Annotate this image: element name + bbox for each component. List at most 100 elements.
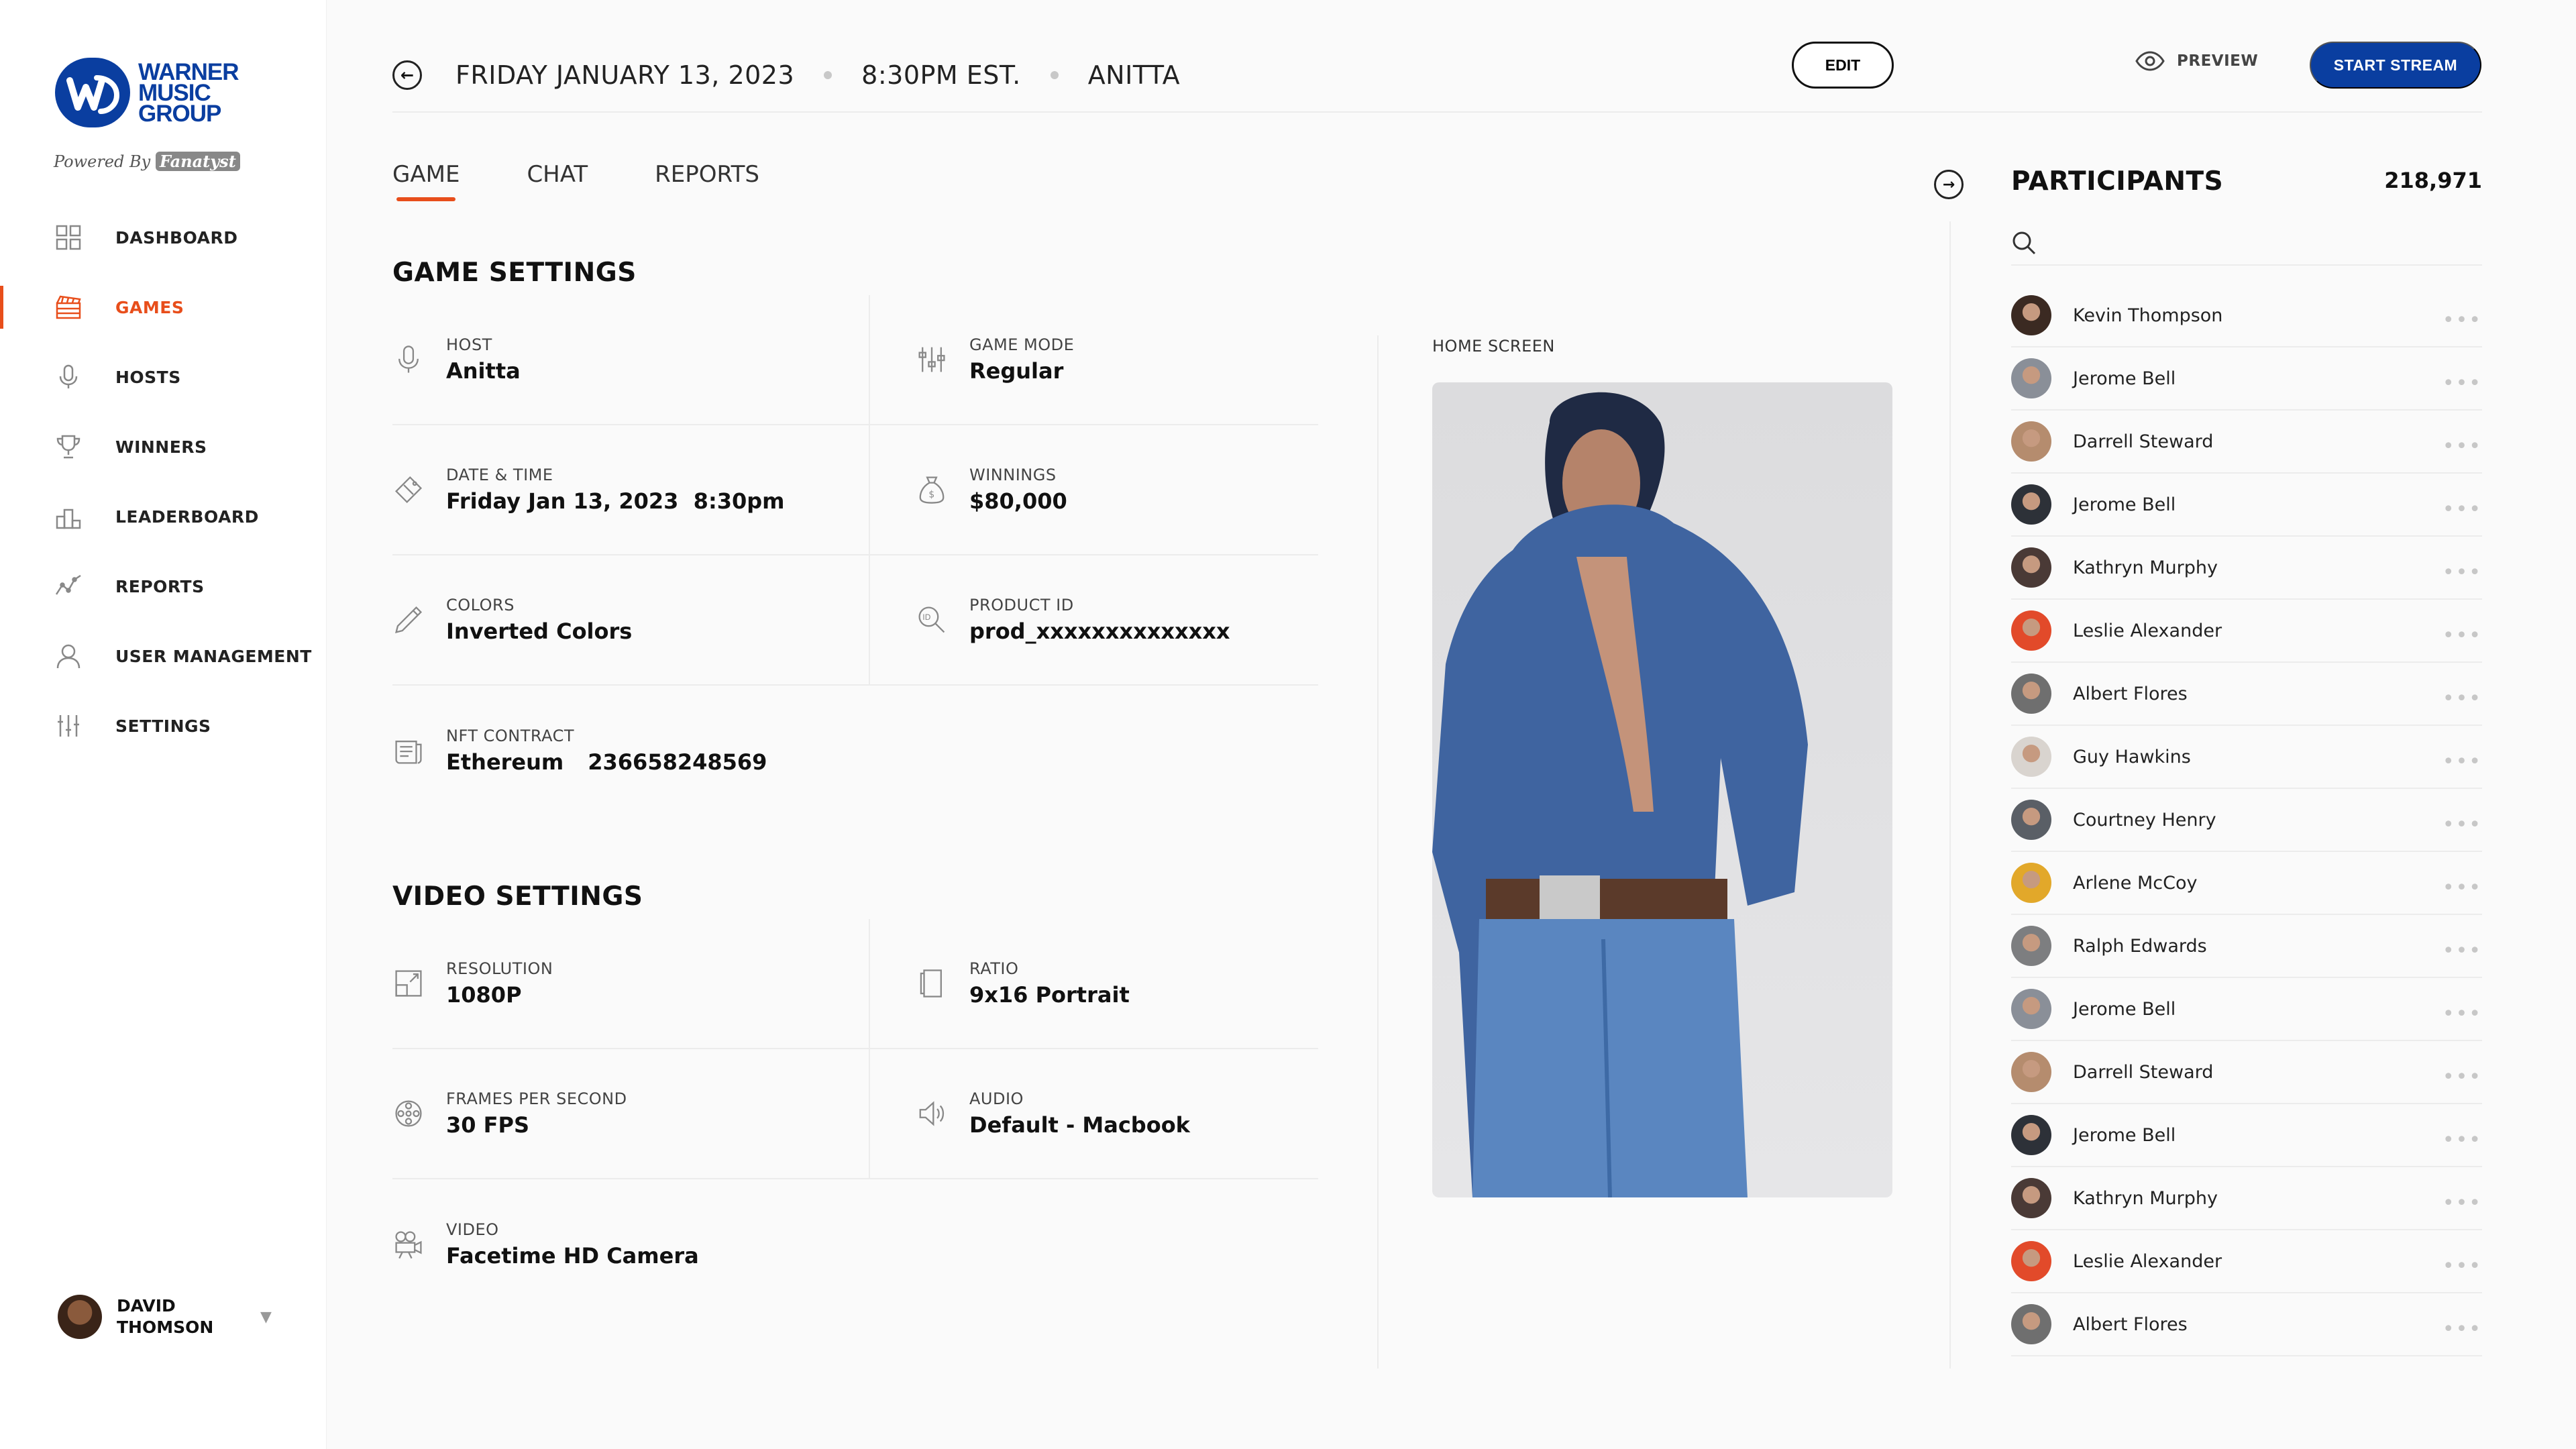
list-item[interactable]: Ralph Edwards ••• xyxy=(2011,915,2482,978)
video-camera-icon xyxy=(392,1228,425,1260)
more-options-icon[interactable]: ••• xyxy=(2443,309,2482,332)
list-item[interactable]: Arlene McCoy ••• xyxy=(2011,852,2482,915)
list-item[interactable]: Leslie Alexander ••• xyxy=(2011,600,2482,663)
participant-name: Darrell Steward xyxy=(2073,1061,2214,1083)
more-options-icon[interactable]: ••• xyxy=(2443,624,2482,647)
list-item[interactable]: Jerome Bell ••• xyxy=(2011,474,2482,537)
more-options-icon[interactable]: ••• xyxy=(2443,687,2482,710)
fps-setting[interactable]: FRAMES PER SECOND 30 FPS xyxy=(392,1049,855,1178)
tab-reports[interactable]: REPORTS xyxy=(655,161,759,201)
avatar xyxy=(2011,547,2051,588)
main-nav: DASHBOARD GAMES HOSTS WINNERS LEADERBOAR… xyxy=(0,203,327,761)
nft-contract-number: 236658248569 xyxy=(588,749,767,775)
participant-name: Jerome Bell xyxy=(2073,1124,2176,1146)
avatar xyxy=(2011,421,2051,462)
avatar xyxy=(2011,737,2051,777)
ratio-setting[interactable]: RATIO 9x16 Portrait xyxy=(855,919,1318,1048)
list-item[interactable]: Jerome Bell ••• xyxy=(2011,347,2482,411)
more-options-icon[interactable]: ••• xyxy=(2443,1128,2482,1152)
more-options-icon[interactable]: ••• xyxy=(2443,876,2482,900)
winnings-setting[interactable]: $ WINNINGS $80,000 xyxy=(855,425,1318,554)
warner-music-logo[interactable]: WARNER MUSIC GROUP xyxy=(55,58,239,127)
nav-item-leaderboard[interactable]: LEADERBOARD xyxy=(0,482,327,551)
audio-setting[interactable]: AUDIO Default - Macbook xyxy=(855,1049,1318,1178)
nav-item-games[interactable]: GAMES xyxy=(0,272,327,342)
more-options-icon[interactable]: ••• xyxy=(2443,1318,2482,1341)
list-item[interactable]: Albert Flores ••• xyxy=(2011,1293,2482,1356)
more-options-icon[interactable]: ••• xyxy=(2443,435,2482,458)
powered-by: Powered By Fanatyst xyxy=(54,152,240,171)
product-id-setting[interactable]: ID PRODUCT ID prod_xxxxxxxxxxxxxx xyxy=(855,555,1318,684)
participant-name: Albert Flores xyxy=(2073,1313,2188,1335)
avatar xyxy=(2011,1052,2051,1092)
ratio-value: 9x16 Portrait xyxy=(969,982,1130,1008)
list-item[interactable]: Leslie Alexander ••• xyxy=(2011,1230,2482,1293)
search-icon xyxy=(2012,231,2036,255)
colors-label: COLORS xyxy=(446,596,515,614)
more-options-icon[interactable]: ••• xyxy=(2443,561,2482,584)
more-options-icon[interactable]: ••• xyxy=(2443,750,2482,773)
chevron-down-icon[interactable]: ▼ xyxy=(260,1309,272,1326)
powered-by-brand: Fanatyst xyxy=(155,152,240,171)
preview-button[interactable]: PREVIEW xyxy=(2135,51,2258,71)
resolution-setting[interactable]: RESOLUTION 1080P xyxy=(392,919,855,1048)
nav-item-reports[interactable]: REPORTS xyxy=(0,551,327,621)
list-item[interactable]: Kevin Thompson ••• xyxy=(2011,284,2482,347)
list-item[interactable]: Darrell Steward ••• xyxy=(2011,411,2482,474)
more-options-icon[interactable]: ••• xyxy=(2443,813,2482,837)
video-label: VIDEO xyxy=(446,1220,499,1239)
nav-item-settings[interactable]: SETTINGS xyxy=(0,691,327,761)
audio-value: Default - Macbook xyxy=(969,1112,1190,1138)
more-options-icon[interactable]: ••• xyxy=(2443,1002,2482,1026)
more-options-icon[interactable]: ••• xyxy=(2443,1065,2482,1089)
list-item[interactable]: Jerome Bell ••• xyxy=(2011,978,2482,1041)
separator-dot xyxy=(1050,71,1059,79)
date-time-setting[interactable]: DATE & TIME Friday Jan 13, 2023 8:30pm xyxy=(392,425,855,554)
list-item[interactable]: Darrell Steward ••• xyxy=(2011,1041,2482,1104)
edit-button[interactable]: EDIT xyxy=(1792,42,1894,89)
participant-name: Kathryn Murphy xyxy=(2073,1187,2218,1209)
list-item[interactable]: Courtney Henry ••• xyxy=(2011,789,2482,852)
host-label: HOST xyxy=(446,335,492,354)
more-options-icon[interactable]: ••• xyxy=(2443,1191,2482,1215)
list-item[interactable]: Kathryn Murphy ••• xyxy=(2011,537,2482,600)
user-menu[interactable]: DAVID THOMSON ▼ xyxy=(58,1295,272,1339)
nav-item-hosts[interactable]: HOSTS xyxy=(0,342,327,412)
host-setting[interactable]: HOST Anitta xyxy=(392,295,855,424)
search-input[interactable] xyxy=(2050,231,2453,254)
speaker-icon xyxy=(916,1097,948,1130)
ticket-icon xyxy=(392,474,425,506)
nav-item-winners[interactable]: WINNERS xyxy=(0,412,327,482)
more-options-icon[interactable]: ••• xyxy=(2443,1254,2482,1278)
list-item[interactable]: Guy Hawkins ••• xyxy=(2011,726,2482,789)
winnings-label: WINNINGS xyxy=(969,466,1057,484)
nav-label: LEADERBOARD xyxy=(115,506,259,527)
more-options-icon[interactable]: ••• xyxy=(2443,498,2482,521)
nft-contract-setting[interactable]: NFT CONTRACT Ethereum 236658248569 xyxy=(392,686,855,816)
start-stream-button[interactable]: START STREAM xyxy=(2310,42,2481,89)
arrow-right-icon[interactable]: → xyxy=(1934,170,1964,199)
colors-setting[interactable]: COLORS Inverted Colors xyxy=(392,555,855,684)
game-settings-grid: HOST Anitta GAME MODE Regular DATE & TIM… xyxy=(392,295,1318,816)
fps-value: 30 FPS xyxy=(446,1112,530,1138)
tab-chat[interactable]: CHAT xyxy=(527,161,588,201)
nav-item-dashboard[interactable]: DASHBOARD xyxy=(0,203,327,272)
sliders-icon xyxy=(55,712,82,739)
avatar xyxy=(2011,484,2051,525)
more-options-icon[interactable]: ••• xyxy=(2443,939,2482,963)
list-item[interactable]: Albert Flores ••• xyxy=(2011,663,2482,726)
list-item[interactable]: Jerome Bell ••• xyxy=(2011,1104,2482,1167)
back-arrow-icon[interactable]: ← xyxy=(392,60,422,90)
participant-name: Jerome Bell xyxy=(2073,368,2176,389)
list-item[interactable]: Kathryn Murphy ••• xyxy=(2011,1167,2482,1230)
audio-label: AUDIO xyxy=(969,1089,1024,1108)
tab-game[interactable]: GAME xyxy=(392,161,460,201)
video-setting[interactable]: VIDEO Facetime HD Camera xyxy=(392,1179,855,1309)
resolution-label: RESOLUTION xyxy=(446,959,553,978)
resolution-value: 1080P xyxy=(446,982,522,1008)
column-divider xyxy=(869,425,870,554)
nav-item-user-management[interactable]: USER MANAGEMENT xyxy=(0,621,327,691)
more-options-icon[interactable]: ••• xyxy=(2443,372,2482,395)
home-screen-image[interactable] xyxy=(1432,382,1892,1197)
game-mode-setting[interactable]: GAME MODE Regular xyxy=(855,295,1318,424)
